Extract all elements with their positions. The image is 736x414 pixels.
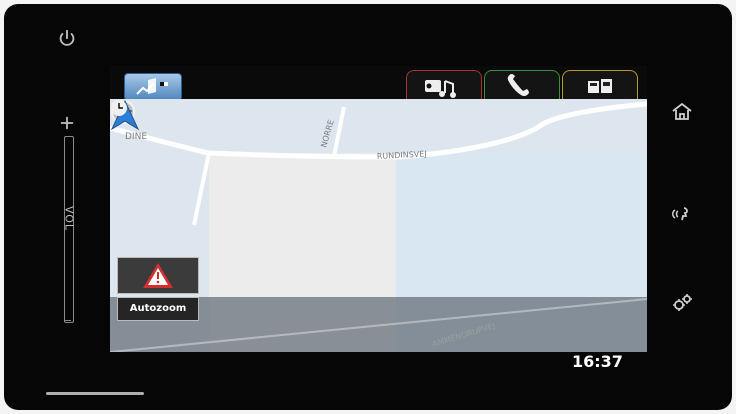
power-icon[interactable]: [56, 28, 78, 50]
settings-icon[interactable]: [670, 291, 694, 315]
autozoom-button[interactable]: Autozoom: [117, 297, 199, 321]
map-view[interactable]: DINE NORRE RUNDINSVEJ AMMENDRUPVEJ Autoz…: [110, 99, 647, 371]
warning-icon: [143, 263, 173, 288]
head-unit-bezel: VOL DINE NORRE RUNDINSVEJ AMMENDRUPVEJ A…: [4, 4, 732, 410]
volume-label: VOL: [62, 205, 76, 232]
ambient-light-strip: [46, 392, 144, 395]
road-label-dine: DINE: [125, 132, 147, 142]
warning-button[interactable]: [117, 257, 199, 294]
voice-icon[interactable]: [670, 202, 694, 226]
navigation-tab-icon: [136, 78, 168, 95]
clock-icon: [111, 100, 127, 116]
home-icon[interactable]: [670, 100, 694, 124]
clock-time: 16:37: [572, 352, 623, 371]
navigation-screen: DINE NORRE RUNDINSVEJ AMMENDRUPVEJ Autoz…: [110, 66, 647, 371]
volume-up-icon[interactable]: [58, 114, 76, 132]
volume-down-icon[interactable]: [65, 320, 71, 325]
navigation-tab[interactable]: [124, 73, 182, 101]
